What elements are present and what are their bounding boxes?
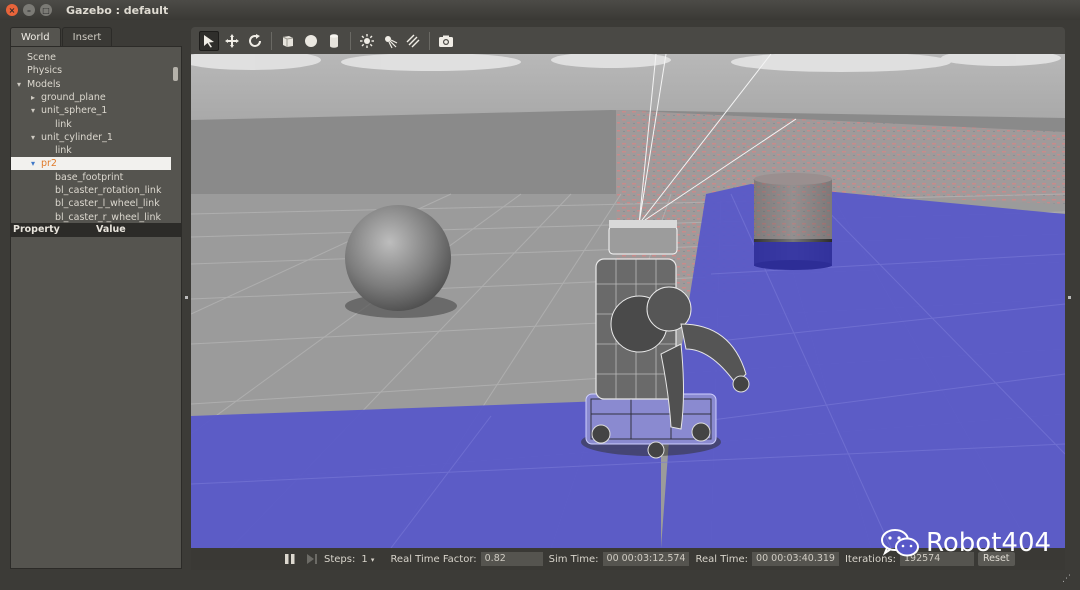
- select-arrow-icon[interactable]: [199, 30, 219, 51]
- tree-item-label: pr2: [41, 158, 57, 170]
- box-icon[interactable]: [278, 31, 298, 51]
- expand-down-icon[interactable]: ▾: [31, 104, 35, 117]
- sim-time-label: Sim Time:: [548, 553, 599, 565]
- window-title: Gazebo : default: [66, 3, 169, 17]
- toolbar: [191, 27, 1065, 54]
- chevron-down-icon: ▾: [370, 555, 375, 564]
- expand-down-icon[interactable]: ▾: [31, 131, 35, 144]
- toolbar-separator: [350, 31, 351, 50]
- property-header: Property Value: [10, 224, 182, 236]
- panel-tabs: World Insert: [8, 27, 113, 47]
- value-column-header: Value: [96, 224, 126, 235]
- tree-item-label: base_footprint: [55, 171, 124, 183]
- steps-label: Steps:: [324, 553, 356, 565]
- scene-render: [191, 54, 1065, 548]
- real-time-label: Real Time:: [695, 553, 749, 565]
- tree-item-label: unit_sphere_1: [41, 105, 108, 117]
- spot-light-icon[interactable]: [380, 31, 400, 51]
- expand-down-icon[interactable]: ▾: [31, 157, 35, 170]
- tab-world[interactable]: World: [10, 27, 61, 47]
- unit-sphere[interactable]: [345, 205, 451, 311]
- tree-item-selected[interactable]: ▾ pr2: [11, 157, 171, 171]
- close-window-button[interactable]: ×: [6, 4, 18, 16]
- pause-button[interactable]: [284, 553, 296, 565]
- sphere-icon[interactable]: [301, 31, 321, 51]
- resize-grip-icon[interactable]: ⋰: [1062, 574, 1072, 584]
- pause-icon: [285, 554, 295, 564]
- step-button[interactable]: [306, 553, 318, 565]
- right-splitter-handle[interactable]: [1068, 296, 1071, 299]
- tree-item-label: Models: [27, 78, 61, 90]
- maximize-window-button[interactable]: □: [40, 4, 52, 16]
- 3d-viewport[interactable]: [191, 54, 1065, 548]
- rtf-label: Real Time Factor:: [390, 553, 477, 565]
- watermark: Robot404: [880, 527, 1051, 559]
- minimize-window-button[interactable]: –: [23, 4, 35, 16]
- tree-item-label: link: [55, 145, 72, 157]
- title-bar: × – □ Gazebo : default: [0, 0, 1080, 20]
- rotate-icon[interactable]: [245, 31, 265, 51]
- property-panel[interactable]: [10, 236, 182, 569]
- tree-scrollbar[interactable]: [173, 67, 178, 81]
- tree-item-label: Scene: [27, 52, 56, 63]
- toolbar-separator: [429, 31, 430, 50]
- left-splitter-handle[interactable]: [185, 296, 188, 299]
- wechat-icon: [881, 529, 919, 557]
- expand-down-icon[interactable]: ▾: [17, 78, 21, 91]
- unit-cylinder[interactable]: [754, 173, 832, 270]
- directional-light-icon[interactable]: [403, 31, 423, 51]
- tree-item-label: bl_caster_l_wheel_link: [55, 198, 160, 210]
- sim-time-value: 00 00:03:12.574: [602, 552, 690, 566]
- tree-item-label: unit_cylinder_1: [41, 131, 113, 143]
- watermark-text: Robot404: [926, 528, 1052, 558]
- property-column-header: Property: [13, 224, 60, 235]
- steps-spinbox[interactable]: 1 ▾: [361, 554, 374, 565]
- camera-icon[interactable]: [436, 31, 456, 51]
- tree-item-label: bl_caster_rotation_link: [55, 185, 162, 196]
- real-time-value: 00 00:03:40.319: [752, 552, 839, 566]
- point-light-icon[interactable]: [357, 31, 377, 51]
- tree-item-label: link: [55, 118, 72, 130]
- expand-right-icon[interactable]: ▸: [31, 91, 35, 104]
- step-forward-icon: [307, 554, 317, 564]
- cylinder-icon[interactable]: [324, 31, 344, 51]
- toolbar-separator: [271, 31, 272, 50]
- tree-item-label: ground_plane: [41, 91, 106, 103]
- steps-value: 1: [361, 553, 368, 565]
- tree-item-label: Physics: [27, 65, 63, 77]
- rtf-value: 0.82: [480, 552, 543, 566]
- world-tree[interactable]: Scene Physics ▾ Models ▸ ground_plane ▾ unit_sp…: [10, 46, 182, 224]
- tab-insert[interactable]: Insert: [61, 27, 113, 47]
- translate-icon[interactable]: [222, 31, 242, 51]
- tree-item-label: bl_caster_r_wheel_link: [55, 211, 161, 223]
- left-panel: World Insert Scene Physics ▾ Models ▸ ground_…: [8, 27, 184, 571]
